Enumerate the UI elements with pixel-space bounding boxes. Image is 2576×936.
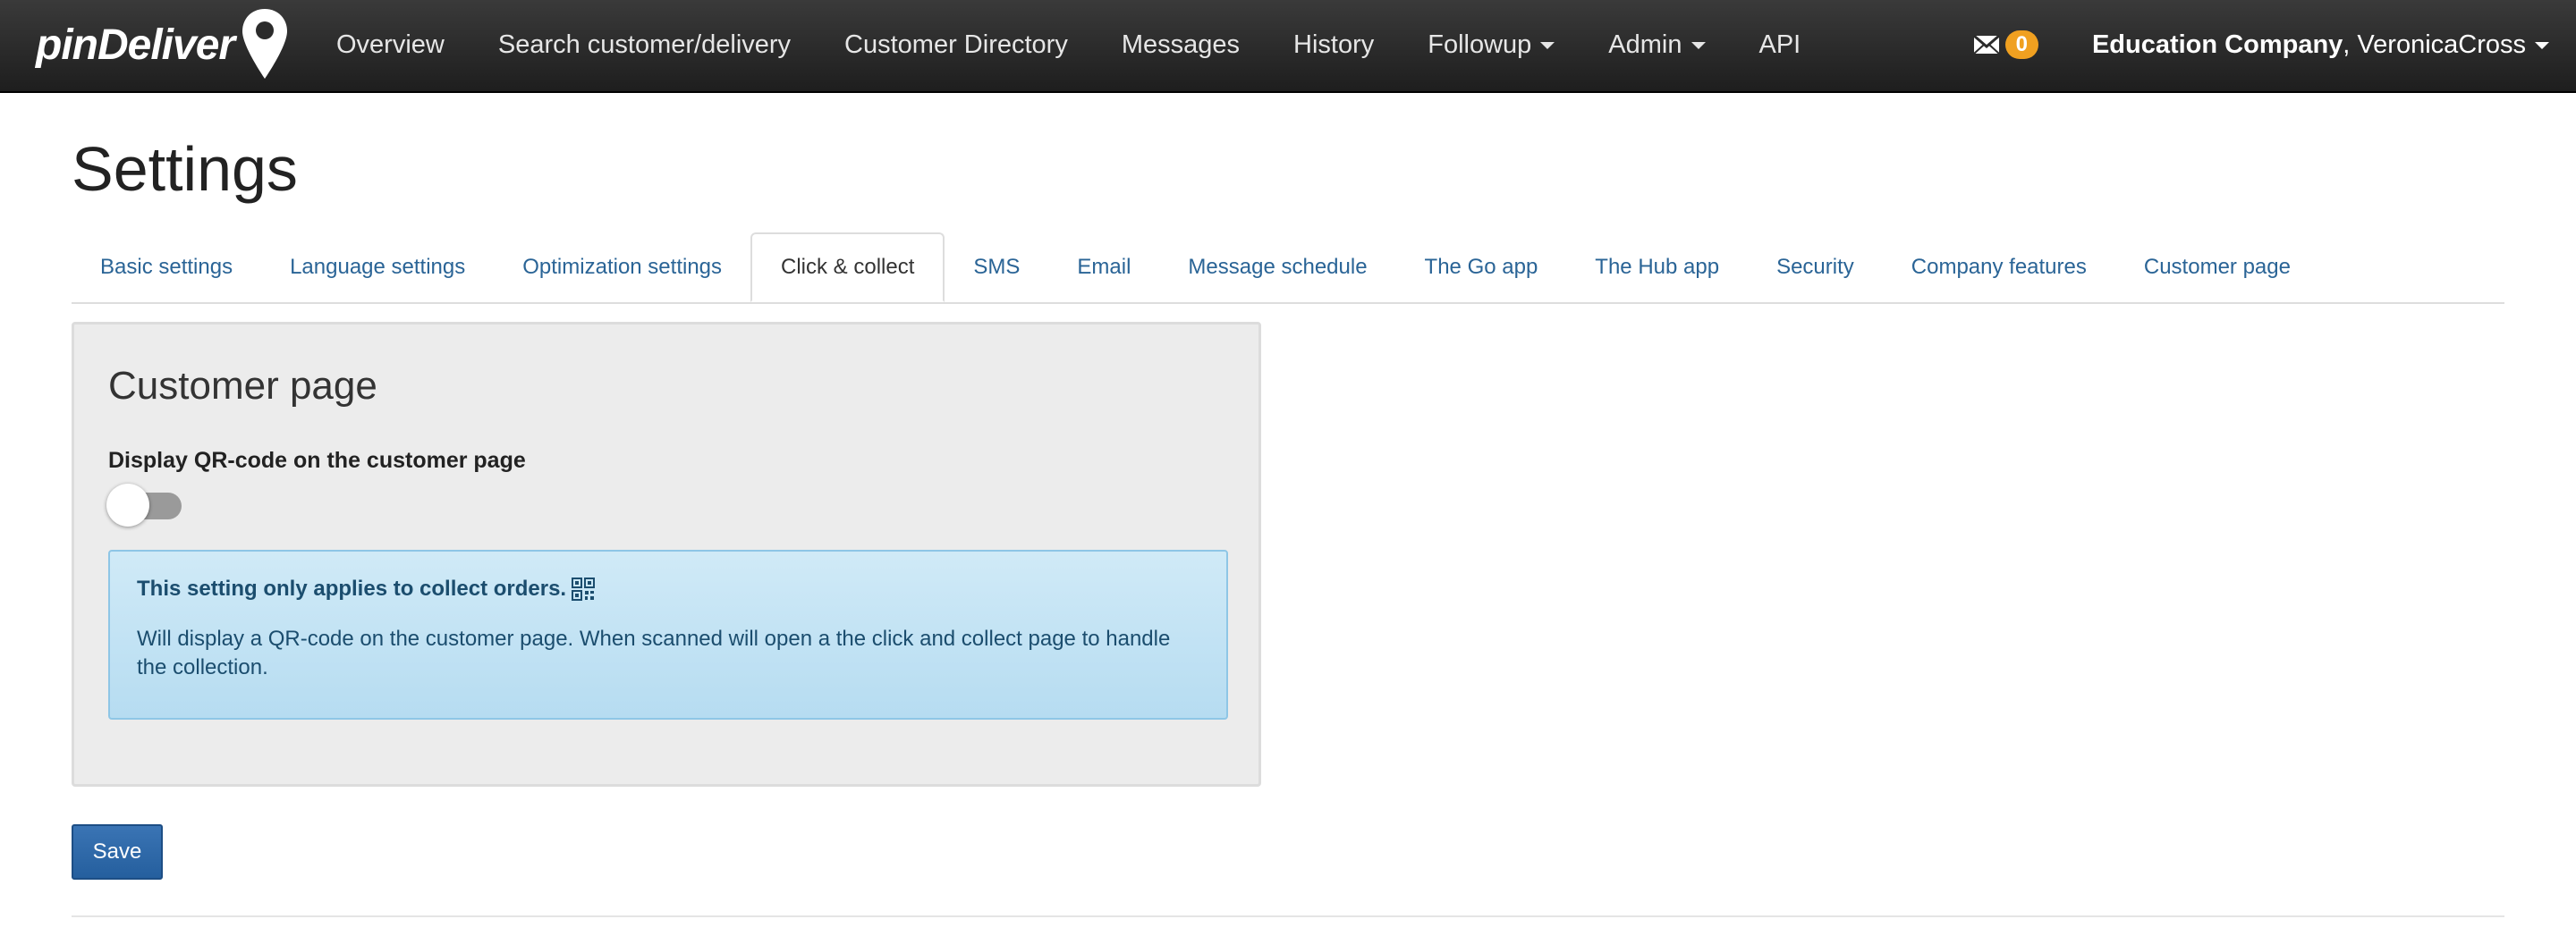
messages-indicator[interactable]: 0 (1972, 30, 2038, 59)
messages-count-badge: 0 (2004, 30, 2038, 59)
nav-api[interactable]: API (1733, 30, 1828, 60)
qr-code-icon (572, 578, 596, 601)
customer-page-panel: Customer page Display QR-code on the cus… (72, 322, 1261, 787)
nav-search-label: Search customer/delivery (497, 30, 792, 59)
nav-admin-dropdown[interactable]: Admin (1581, 30, 1732, 60)
nav-messages[interactable]: Messages (1095, 30, 1267, 60)
nav-followup-dropdown[interactable]: Followup (1401, 30, 1581, 60)
user-name: , VeronicaCross (2343, 30, 2526, 59)
alert-heading-text: This setting only applies to collect ord… (137, 577, 567, 601)
envelope-icon (1972, 35, 2000, 55)
nav-directory-label: Customer Directory (844, 30, 1068, 59)
nav-history-label: History (1293, 30, 1375, 59)
tab-language-settings[interactable]: Language settings (261, 232, 494, 300)
main-content: Settings Basic settings Language setting… (72, 93, 2504, 917)
tab-sms[interactable]: SMS (945, 232, 1048, 300)
info-alert: This setting only applies to collect ord… (108, 550, 1228, 720)
toggle-knob (106, 484, 149, 527)
brand-name: pinDeliver (36, 21, 235, 69)
tab-security[interactable]: Security (1748, 232, 1883, 300)
tab-company-features[interactable]: Company features (1883, 232, 2115, 300)
map-pin-icon (242, 9, 288, 79)
user-menu-dropdown[interactable]: Education Company, VeronicaCross (2092, 30, 2549, 60)
alert-heading: This setting only applies to collect ord… (137, 577, 1199, 602)
caret-down-icon (1540, 41, 1555, 49)
top-navbar: pinDeliver Overview Search customer/deli… (0, 0, 2576, 93)
tab-email[interactable]: Email (1048, 232, 1159, 300)
company-name: Education Company (2091, 30, 2343, 59)
panel-title: Customer page (108, 364, 377, 408)
nav-history[interactable]: History (1267, 30, 1401, 60)
nav-api-label: API (1758, 30, 1801, 59)
footer-divider (72, 915, 2504, 917)
nav-admin-label: Admin (1608, 30, 1682, 59)
nav-overview[interactable]: Overview (309, 30, 471, 60)
nav-right: 0 Education Company, VeronicaCross (1972, 0, 2549, 89)
brand-logo[interactable]: pinDeliver (36, 7, 290, 82)
tab-go-app[interactable]: The Go app (1396, 232, 1567, 300)
nav-customer-directory[interactable]: Customer Directory (818, 30, 1095, 60)
settings-tabs: Basic settings Language settings Optimiz… (72, 232, 2504, 304)
nav-overview-label: Overview (336, 30, 445, 59)
page-title: Settings (72, 134, 298, 204)
qr-code-toggle-label: Display QR-code on the customer page (108, 448, 526, 473)
caret-down-icon (2535, 41, 2549, 49)
tab-hub-app[interactable]: The Hub app (1566, 232, 1748, 300)
alert-body-text: Will display a QR-code on the customer p… (137, 627, 1171, 679)
nav-search-customer[interactable]: Search customer/delivery (471, 30, 818, 60)
tab-click-and-collect[interactable]: Click & collect (750, 232, 945, 302)
tab-customer-page[interactable]: Customer page (2115, 232, 2319, 300)
main-nav: Overview Search customer/delivery Custom… (309, 0, 1827, 89)
nav-messages-label: Messages (1121, 30, 1240, 59)
save-button[interactable]: Save (72, 824, 163, 880)
caret-down-icon (1690, 41, 1706, 49)
tab-optimization-settings[interactable]: Optimization settings (494, 232, 750, 300)
qr-code-toggle[interactable] (106, 484, 182, 527)
tab-basic-settings[interactable]: Basic settings (72, 232, 261, 300)
nav-followup-label: Followup (1428, 30, 1532, 59)
tab-message-schedule[interactable]: Message schedule (1159, 232, 1395, 300)
